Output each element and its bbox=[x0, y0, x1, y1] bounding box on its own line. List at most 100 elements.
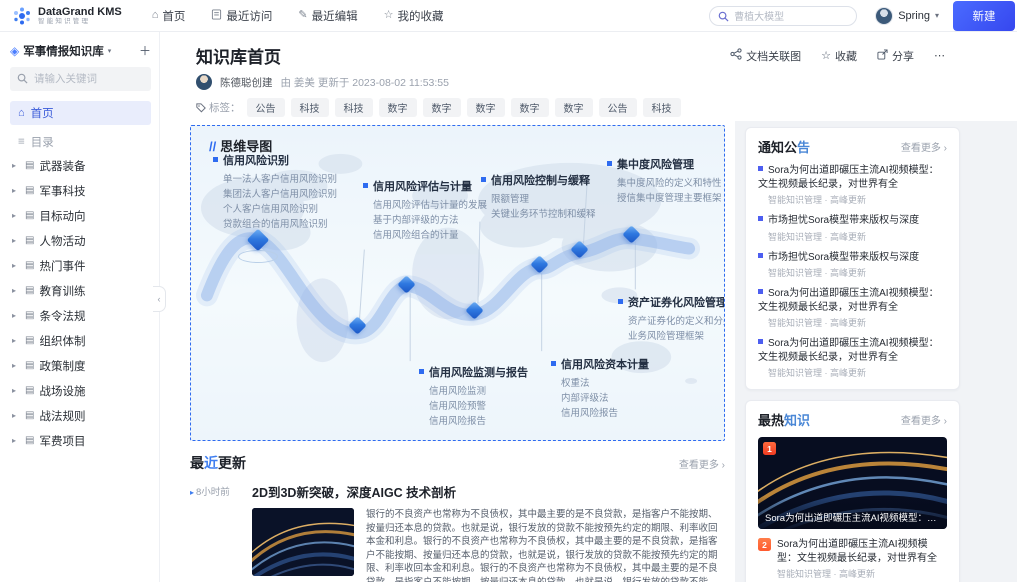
more-dots-icon: ⋯ bbox=[934, 49, 945, 62]
tag[interactable]: 数字 bbox=[423, 98, 461, 117]
sidebar-item-tactics[interactable]: ▸▤战法规则 bbox=[10, 403, 151, 428]
chevron-down-icon: ▾ bbox=[108, 47, 112, 55]
tree-label: 军事科技 bbox=[39, 183, 85, 199]
hot-featured-item[interactable]: 1 Sora为何出道即碾压主流AI视频模型：文生视频最长纪录，对世界有全 bbox=[758, 437, 947, 529]
creator-name: 陈德聪创建 bbox=[220, 75, 273, 90]
hot-item[interactable]: 2 Sora为何出道即碾压主流AI视频模型：文生视频最长纪录，对世界有全智能知识… bbox=[758, 538, 947, 580]
top-navbar: DataGrand KMS 智能知识管理 ⌂ 首页 最近访问 ✎ 最近编辑 ☆ … bbox=[0, 0, 1017, 32]
new-button[interactable]: 新建 bbox=[953, 1, 1015, 31]
bullet-icon bbox=[758, 166, 763, 171]
sidebar-item-events[interactable]: ▸▤热门事件 bbox=[10, 253, 151, 278]
tag[interactable]: 数字 bbox=[467, 98, 505, 117]
notice-meta: 智能知识管理 · 高峰更新 bbox=[758, 366, 947, 379]
main-content: 知识库首页 文档关联图 ☆ 收藏 分享 bbox=[160, 32, 1017, 582]
updated-info: 由 姜美 更新于 2023-08-02 11:53:55 bbox=[281, 75, 449, 90]
sidebar-catalog-label: 目录 bbox=[31, 134, 54, 150]
sidebar-collapse-handle[interactable]: ‹ bbox=[153, 286, 166, 312]
creator-avatar bbox=[196, 74, 212, 90]
page-toolbar: 文档关联图 ☆ 收藏 分享 ⋯ bbox=[730, 48, 945, 64]
nav-item-home[interactable]: ⌂ 首页 bbox=[152, 8, 186, 24]
favorite-button[interactable]: ☆ 收藏 bbox=[821, 48, 857, 64]
user-menu[interactable]: Spring ▾ bbox=[875, 7, 939, 25]
marker-ring bbox=[238, 250, 278, 263]
tag[interactable]: 数字 bbox=[511, 98, 549, 117]
tag[interactable]: 数字 bbox=[379, 98, 417, 117]
kb-switcher[interactable]: ◈ 军事情报知识库 ▾ ＋ bbox=[10, 40, 151, 67]
notice-meta: 智能知识管理 · 高峰更新 bbox=[758, 230, 947, 243]
tag[interactable]: 科技 bbox=[291, 98, 329, 117]
user-avatar bbox=[875, 7, 893, 25]
sidebar-item-home[interactable]: ⌂ 首页 bbox=[10, 101, 151, 125]
notice-item[interactable]: Sora为何出道即碾压主流AI视频模型：文生视频最长纪录，对世界有全 智能知识管… bbox=[758, 337, 947, 379]
hot-more-link[interactable]: 查看更多 › bbox=[901, 412, 947, 427]
article-title[interactable]: 2D到3D新突破，深度AIGC 技术剖析 bbox=[252, 482, 725, 501]
share-label: 分享 bbox=[892, 48, 914, 64]
mindmap-node[interactable]: 信用风险资本计量 权重法内部评级法信用风险报告 bbox=[551, 356, 649, 421]
sidebar-item-training[interactable]: ▸▤教育训练 bbox=[10, 278, 151, 303]
tree-caret-icon: ▸ bbox=[12, 236, 20, 245]
main-nav: ⌂ 首页 最近访问 ✎ 最近编辑 ☆ 我的收藏 bbox=[152, 8, 444, 24]
doc-icon: ▤ bbox=[25, 185, 34, 196]
notice-meta: 智能知识管理 · 高峰更新 bbox=[758, 193, 947, 206]
notice-item[interactable]: 市场担忧Sora模型带来版权与深度 智能知识管理 · 高峰更新 bbox=[758, 251, 947, 280]
recent-more-link[interactable]: 查看更多 › bbox=[679, 456, 725, 471]
notice-item[interactable]: 市场担忧Sora模型带来版权与深度 智能知识管理 · 高峰更新 bbox=[758, 214, 947, 243]
nav-item-favorites[interactable]: ☆ 我的收藏 bbox=[384, 8, 444, 24]
notice-item[interactable]: Sora为何出道即碾压主流AI视频模型：文生视频最长纪录，对世界有全 智能知识管… bbox=[758, 287, 947, 329]
mindmap-node[interactable]: 资产证券化风险管理 资产证券化的定义和分类业务风险管理框架 bbox=[618, 294, 725, 344]
tree-caret-icon: ▸ bbox=[12, 161, 20, 170]
tag[interactable]: 科技 bbox=[335, 98, 373, 117]
sidebar-item-targets[interactable]: ▸▤目标动向 bbox=[10, 203, 151, 228]
tree-caret-icon: ▸ bbox=[190, 488, 194, 497]
sidebar: ◈ 军事情报知识库 ▾ ＋ ⌂ 首页 ≡ 目录 ▸▤武器装备 ▸▤军事科技 ▸▤… bbox=[0, 32, 160, 582]
tags-label: 标签： bbox=[196, 100, 241, 115]
sidebar-item-weapons[interactable]: ▸▤武器装备 bbox=[10, 153, 151, 178]
clipboard-icon bbox=[211, 9, 222, 23]
sidebar-search-input[interactable] bbox=[10, 67, 151, 91]
recent-updates-title: 最近更新 bbox=[190, 453, 246, 473]
brand-subtitle: 智能知识管理 bbox=[38, 18, 122, 26]
sidebar-item-people[interactable]: ▸▤人物活动 bbox=[10, 228, 151, 253]
tag[interactable]: 科技 bbox=[643, 98, 681, 117]
mindmap-node[interactable]: 信用风险评估与计量 信用风险评估与计量的发展基于内部评级的方法信用风险组合的计量 bbox=[363, 178, 487, 243]
mindmap-node[interactable]: 集中度风险管理 集中度风险的定义和特性授信集中度管理主要框架 bbox=[607, 156, 722, 206]
brand-name: DataGrand KMS bbox=[38, 6, 122, 18]
more-button[interactable]: ⋯ bbox=[934, 49, 945, 62]
nav-label: 最近编辑 bbox=[312, 8, 358, 24]
notice-more-link[interactable]: 查看更多 › bbox=[901, 139, 947, 154]
nav-item-recent-edits[interactable]: ✎ 最近编辑 bbox=[298, 8, 357, 24]
bullet-icon bbox=[758, 289, 763, 294]
article-item[interactable]: ▸8小时前 2D到3D新突破，深度AIGC 技术剖析 bbox=[190, 482, 725, 582]
sidebar-item-organization[interactable]: ▸▤组织体制 bbox=[10, 328, 151, 353]
tree-label: 教育训练 bbox=[39, 283, 85, 299]
add-kb-button[interactable]: ＋ bbox=[139, 42, 151, 59]
tag[interactable]: 数字 bbox=[555, 98, 593, 117]
notice-item[interactable]: Sora为何出道即碾压主流AI视频模型：文生视频最长纪录，对世界有全 智能知识管… bbox=[758, 164, 947, 206]
mindmap-node[interactable]: 信用风险识别 单一法人客户信用风险识别集团法人客户信用风险识别个人客户信用风险识… bbox=[213, 152, 337, 232]
doc-icon: ▤ bbox=[25, 260, 34, 271]
tag[interactable]: 公告 bbox=[247, 98, 285, 117]
star-icon: ☆ bbox=[384, 10, 394, 21]
tree-label: 条令法规 bbox=[39, 308, 85, 324]
sidebar-item-miltech[interactable]: ▸ ▤ 军事科技 bbox=[10, 178, 151, 203]
mindmap-canvas[interactable]: //思维导图 bbox=[190, 125, 725, 441]
node-bullet-icon bbox=[607, 161, 612, 166]
share-button[interactable]: 分享 bbox=[877, 48, 914, 64]
mindmap-node[interactable]: 信用风险控制与缓释 限额管理关键业务环节控制和缓释 bbox=[481, 172, 596, 222]
global-search-input[interactable] bbox=[710, 8, 856, 26]
sidebar-item-regulations[interactable]: ▸▤条令法规 bbox=[10, 303, 151, 328]
tags-row: 标签： 公告 科技 科技 数字 数字 数字 数字 数字 公告 科技 bbox=[196, 98, 945, 121]
sidebar-item-catalog[interactable]: ≡ 目录 bbox=[10, 131, 151, 153]
doc-relation-button[interactable]: 文档关联图 bbox=[730, 48, 801, 64]
tree-caret-icon: ▸ bbox=[12, 186, 20, 195]
doc-relation-label: 文档关联图 bbox=[746, 48, 801, 64]
nav-item-recent-visits[interactable]: 最近访问 bbox=[211, 8, 272, 24]
navbar-right: Spring ▾ 新建 bbox=[709, 1, 1017, 31]
sidebar-item-policy[interactable]: ▸▤政策制度 bbox=[10, 353, 151, 378]
tree-caret-icon: ▸ bbox=[12, 361, 20, 370]
mindmap-node[interactable]: 信用风险监测与报告 信用风险监测信用风险预警信用风险报告 bbox=[419, 364, 528, 429]
tag[interactable]: 公告 bbox=[599, 98, 637, 117]
sidebar-item-facilities[interactable]: ▸▤战场设施 bbox=[10, 378, 151, 403]
sidebar-item-projects[interactable]: ▸▤军费项目 bbox=[10, 428, 151, 453]
brand-logo[interactable]: DataGrand KMS 智能知识管理 bbox=[12, 6, 122, 26]
